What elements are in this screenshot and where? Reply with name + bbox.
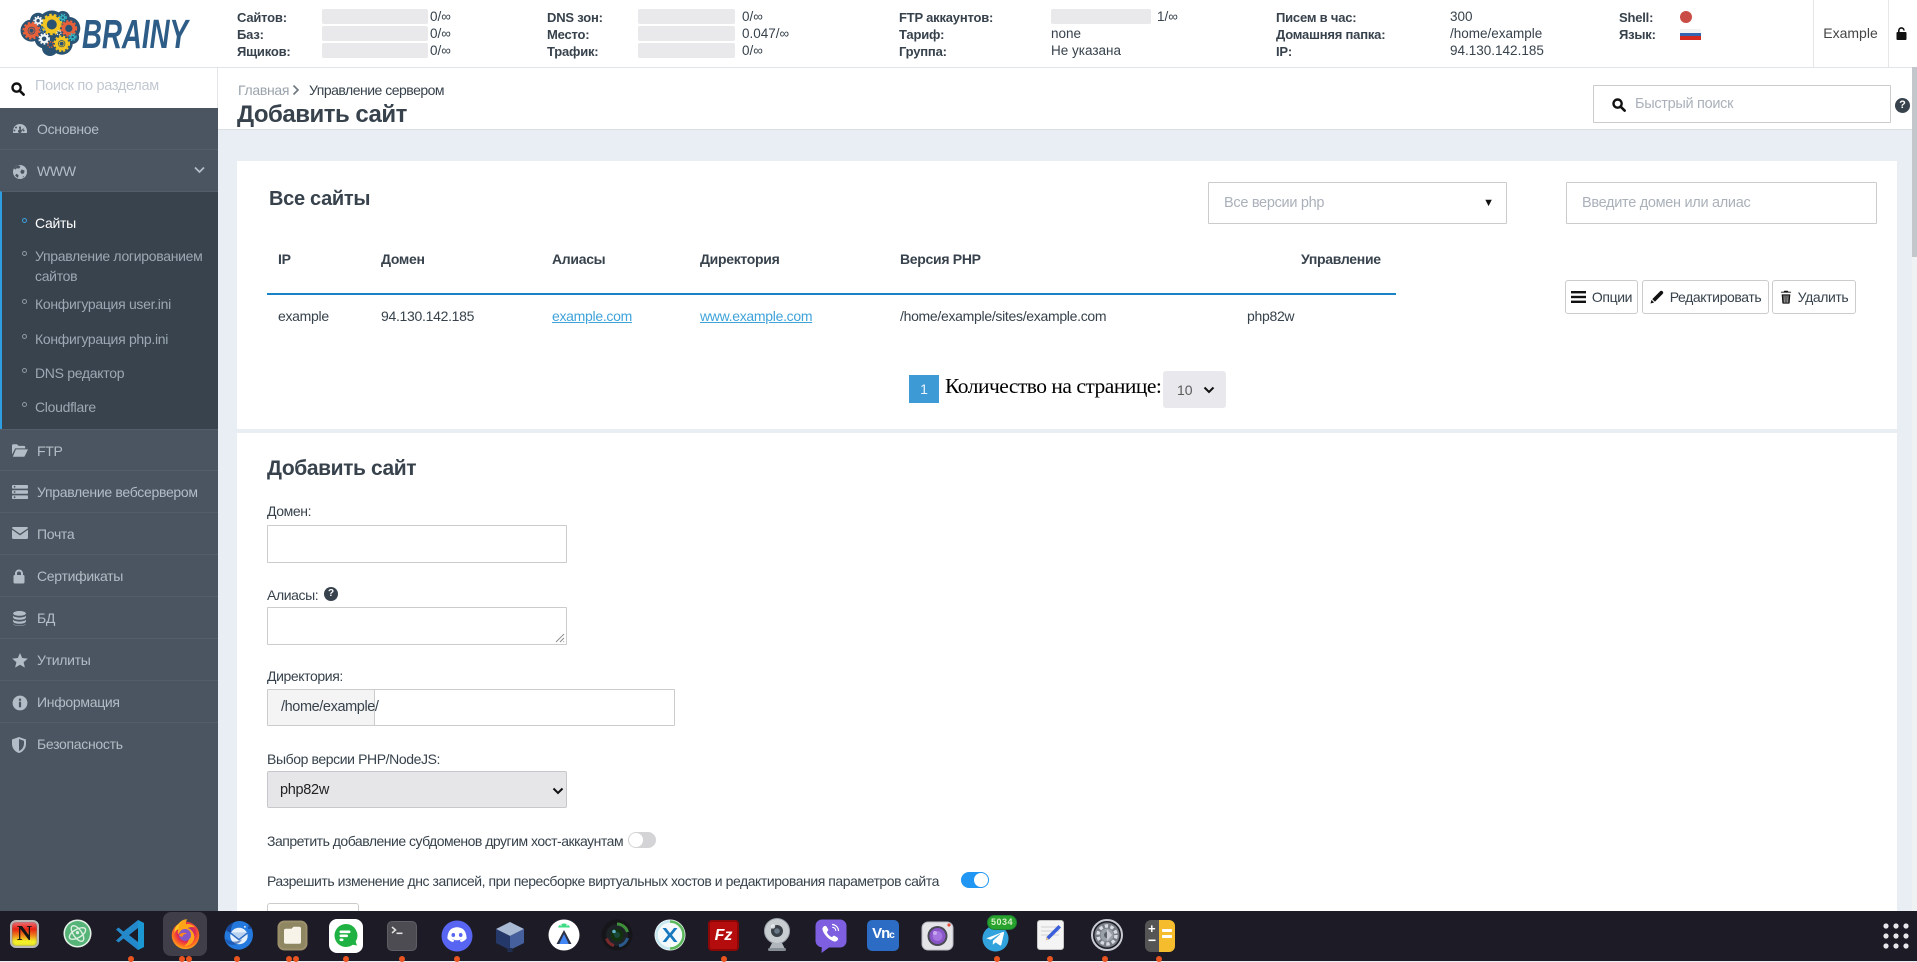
svg-text:BRAINY: BRAINY (82, 11, 190, 57)
